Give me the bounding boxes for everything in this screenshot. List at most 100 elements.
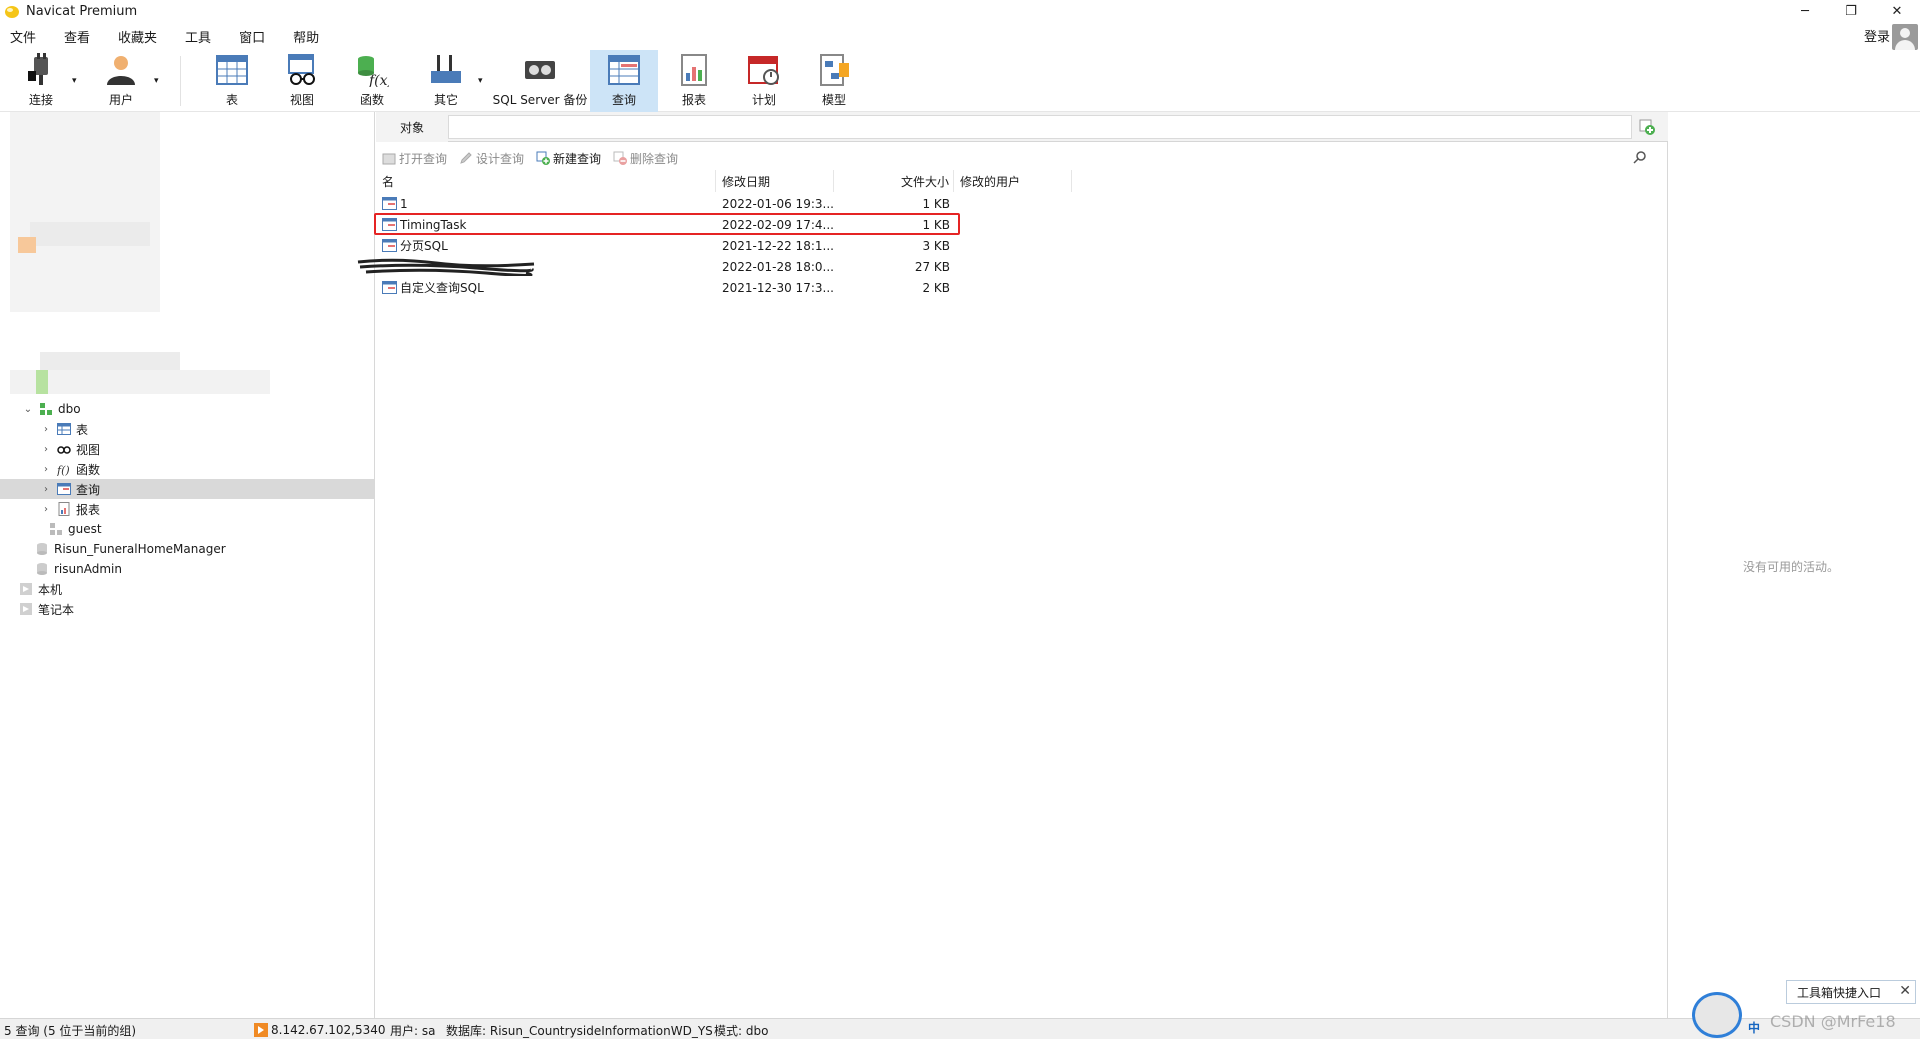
- menu-view[interactable]: 查看: [54, 27, 100, 46]
- ime-indicator[interactable]: 中: [1748, 1019, 1760, 1036]
- table-row[interactable]: 自定义查询SQL 2021-12-30 17:3... 2 KB: [376, 277, 1668, 298]
- chevron-right-icon[interactable]: ›: [40, 504, 52, 515]
- table-row[interactable]: 1 2022-01-06 19:3... 1 KB: [376, 193, 1668, 214]
- column-header-size[interactable]: 文件大小: [834, 170, 954, 192]
- delete-query-button[interactable]: 删除查询: [613, 150, 678, 167]
- tree-group-notebook[interactable]: 笔记本: [0, 599, 374, 619]
- tree-item-reports[interactable]: › 报表: [0, 499, 374, 519]
- login-link[interactable]: 登录: [1864, 26, 1890, 45]
- user-button[interactable]: 用户: [92, 50, 150, 112]
- tree-item-guest[interactable]: guest: [0, 519, 374, 539]
- plug-icon: [28, 53, 48, 85]
- table-row[interactable]: 分页SQL 2021-12-22 18:1... 3 KB: [376, 235, 1668, 256]
- other-dropdown-icon[interactable]: ▾: [478, 76, 483, 86]
- tree-label: 表: [76, 422, 89, 437]
- minimize-button[interactable]: ─: [1782, 0, 1828, 22]
- new-tab-icon[interactable]: [1638, 118, 1656, 136]
- connect-dropdown-icon[interactable]: ▾: [72, 76, 77, 86]
- close-button[interactable]: ✕: [1874, 0, 1920, 22]
- view-button[interactable]: 视图: [274, 50, 330, 112]
- open-query-button[interactable]: 打开查询: [382, 150, 447, 167]
- other-button[interactable]: 其它: [418, 50, 474, 112]
- search-icon[interactable]: [1633, 150, 1647, 164]
- tree-schema-dbo[interactable]: ⌄ dbo: [0, 399, 374, 419]
- redacted-region: [30, 222, 150, 246]
- menu-tools[interactable]: 工具: [175, 27, 221, 46]
- tree-label: risunAdmin: [54, 562, 122, 576]
- schedule-label: 计划: [751, 93, 776, 107]
- assistant-avatar[interactable]: [1692, 992, 1742, 1038]
- schedule-button[interactable]: 计划: [736, 50, 792, 112]
- new-query-button[interactable]: 新建查询: [536, 150, 601, 167]
- table-button[interactable]: 表: [204, 50, 260, 112]
- chevron-down-icon[interactable]: ⌄: [22, 404, 34, 415]
- query-label: 查询: [611, 93, 636, 107]
- model-button[interactable]: 模型: [806, 50, 862, 112]
- chevron-right-icon[interactable]: ›: [40, 444, 52, 455]
- query-button[interactable]: 查询: [590, 50, 658, 112]
- row-modified: 2022-01-28 18:0...: [722, 259, 834, 274]
- connect-label: 连接: [28, 93, 53, 107]
- menu-bar: 文件 查看 收藏夹 工具 窗口 帮助: [0, 24, 1920, 48]
- tree-item-views[interactable]: › 视图: [0, 439, 374, 459]
- action-label: 新建查询: [553, 151, 602, 166]
- tree-label: 笔记本: [38, 602, 75, 617]
- function-icon: f(): [57, 464, 70, 476]
- tree-group-local[interactable]: 本机: [0, 579, 374, 599]
- tree-label: 报表: [76, 502, 101, 517]
- tree-label: 查询: [76, 482, 101, 497]
- design-query-button[interactable]: 设计查询: [459, 150, 524, 167]
- row-size: 1 KB: [922, 196, 950, 211]
- menu-favorites[interactable]: 收藏夹: [108, 27, 167, 46]
- database-icon: [37, 543, 47, 555]
- navigation-tree: ⌄ dbo › 表 › 视图 › f() 函数 › 查询 › 报表 guest: [0, 112, 375, 1018]
- schema-icon: [40, 403, 52, 415]
- query-file-icon: [382, 217, 397, 231]
- function-button[interactable]: f(x) 函数: [344, 50, 400, 112]
- menu-file[interactable]: 文件: [0, 27, 46, 46]
- menu-help[interactable]: 帮助: [283, 27, 329, 46]
- column-header-user[interactable]: 修改的用户: [954, 170, 1072, 192]
- database-icon: [37, 563, 47, 575]
- table-row[interactable]: 2022-01-28 18:0... 27 KB: [357, 256, 1668, 277]
- action-label: 打开查询: [399, 151, 448, 166]
- tree-database-1[interactable]: Risun_FuneralHomeManager: [0, 539, 374, 559]
- report-icon: [58, 502, 70, 516]
- tree-item-functions[interactable]: › f() 函数: [0, 459, 374, 479]
- design-pencil-icon: [460, 152, 472, 164]
- avatar[interactable]: [1892, 24, 1918, 50]
- chevron-right-icon[interactable]: ›: [40, 424, 52, 435]
- tree-item-tables[interactable]: › 表: [0, 419, 374, 439]
- tree-item-queries[interactable]: › 查询: [0, 479, 374, 499]
- report-button[interactable]: 报表: [666, 50, 722, 112]
- tree-database-2[interactable]: risunAdmin: [0, 559, 374, 579]
- function-icon: f(x): [358, 56, 389, 87]
- table-row[interactable]: TimingTask 2022-02-09 17:4... 1 KB: [374, 213, 1668, 235]
- connect-button[interactable]: 连接: [12, 50, 70, 112]
- tree-label: 本机: [38, 582, 63, 597]
- schema-gray-icon: [50, 523, 62, 535]
- column-header-name[interactable]: 名: [376, 170, 716, 192]
- close-icon[interactable]: ✕: [1899, 983, 1911, 999]
- table-label: 表: [225, 93, 238, 107]
- restore-button[interactable]: ❐: [1828, 0, 1874, 22]
- redacted-region: [18, 237, 36, 253]
- svg-text:f(): f(): [57, 464, 70, 476]
- tab-objects[interactable]: 对象: [376, 112, 448, 142]
- calendar-clock-icon: [748, 56, 779, 85]
- column-header-modified[interactable]: 修改日期: [716, 170, 834, 192]
- tree-label: 视图: [76, 442, 101, 457]
- chevron-right-icon[interactable]: ›: [40, 464, 52, 475]
- report-icon: [681, 54, 707, 86]
- menu-window[interactable]: 窗口: [229, 27, 275, 46]
- user-dropdown-icon[interactable]: ▾: [154, 76, 159, 86]
- row-size: 1 KB: [922, 217, 950, 232]
- chevron-right-icon[interactable]: ›: [40, 484, 52, 495]
- query-icon: [57, 483, 71, 495]
- backup-button[interactable]: SQL Server 备份: [490, 50, 590, 112]
- status-bar: 5 查询 (5 位于当前的组) 8.142.67.102,5340 用户: sa…: [0, 1018, 1920, 1039]
- navicat-logo-icon: [5, 6, 19, 18]
- report-label: 报表: [681, 93, 706, 107]
- redacted-region: [36, 370, 48, 394]
- toolbox-shortcut-tip[interactable]: 工具箱快捷入口 ✕: [1786, 980, 1916, 1004]
